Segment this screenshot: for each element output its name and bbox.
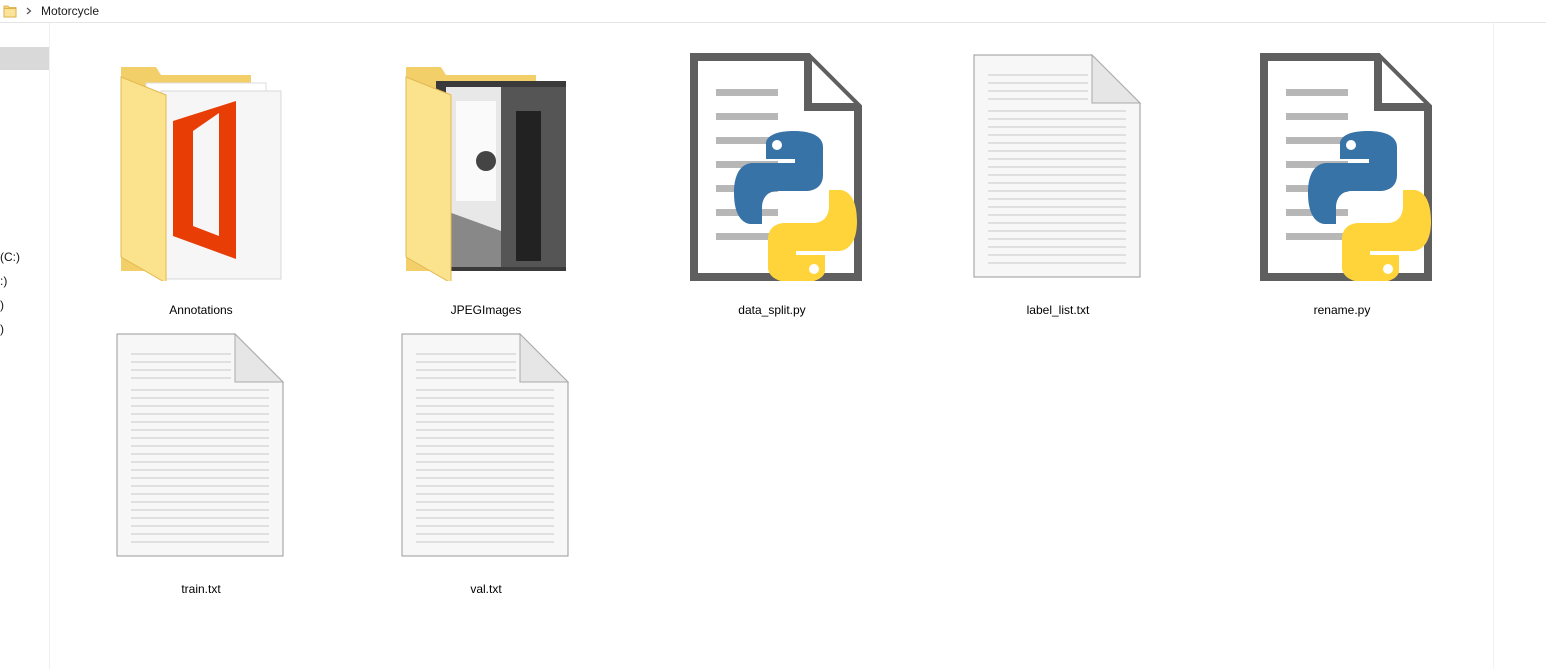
python-file-icon bbox=[690, 53, 862, 281]
nav-selected-item[interactable] bbox=[0, 47, 49, 70]
nav-item-drive-c[interactable]: (C:) bbox=[0, 250, 20, 264]
file-item-jpegimages[interactable]: JPEGImages bbox=[386, 31, 586, 317]
text-file-icon bbox=[973, 53, 1142, 278]
file-item-label-list-txt[interactable]: label_list.txt bbox=[958, 31, 1158, 317]
python-file-icon bbox=[1260, 53, 1432, 281]
chevron-right-icon[interactable] bbox=[24, 4, 34, 18]
text-file-icon bbox=[401, 332, 570, 557]
file-name: rename.py bbox=[1313, 303, 1371, 317]
nav-item-drive[interactable]: ) bbox=[0, 298, 4, 312]
address-bar[interactable]: Motorcycle bbox=[0, 0, 1546, 23]
text-file-icon bbox=[116, 332, 285, 557]
file-item-val-txt[interactable]: val.txt bbox=[386, 310, 586, 596]
image-folder-icon bbox=[405, 67, 566, 281]
nav-item-drive[interactable]: ) bbox=[0, 322, 4, 336]
folder-icon bbox=[3, 5, 17, 18]
office-folder-icon bbox=[120, 67, 282, 281]
file-item-train-txt[interactable]: train.txt bbox=[101, 310, 301, 596]
file-item-data-split-py[interactable]: data_split.py bbox=[672, 31, 872, 317]
file-item-annotations[interactable]: Annotations bbox=[101, 31, 301, 317]
file-list[interactable]: Annotations JPEGImages data_split.py lab… bbox=[51, 23, 1494, 669]
file-name: train.txt bbox=[181, 582, 221, 596]
file-item-rename-py[interactable]: rename.py bbox=[1242, 31, 1442, 317]
breadcrumb-item[interactable]: Motorcycle bbox=[41, 4, 99, 18]
nav-item-drive[interactable]: :) bbox=[0, 274, 7, 288]
file-name: val.txt bbox=[470, 582, 502, 596]
file-name: data_split.py bbox=[738, 303, 806, 317]
navigation-pane[interactable]: (C:) :) ) ) bbox=[0, 23, 50, 669]
file-name: label_list.txt bbox=[1026, 303, 1090, 317]
